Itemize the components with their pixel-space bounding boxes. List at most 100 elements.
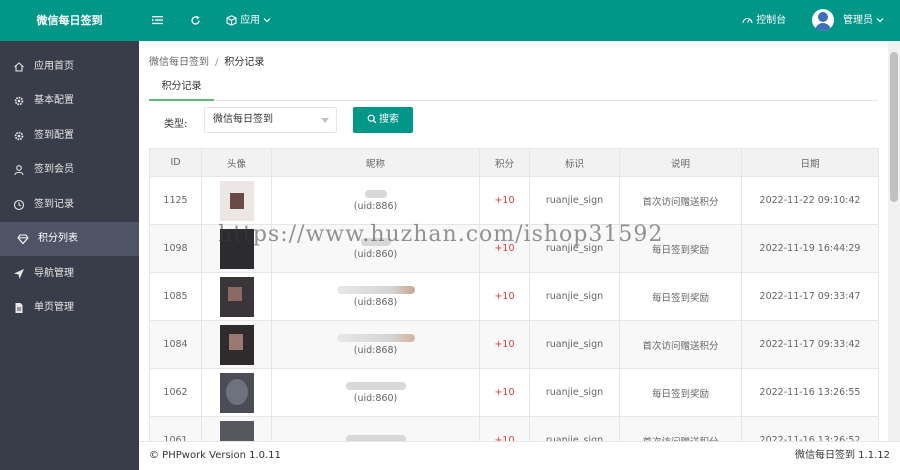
footer-app-version: 微信每日签到 1.1.12	[795, 450, 890, 461]
avatar-image	[219, 180, 254, 221]
column-header: 昵称	[271, 148, 480, 177]
sidebar-item-nav-management[interactable]: 导航管理	[0, 257, 139, 291]
user-menu-button[interactable]: 管理员	[843, 0, 884, 41]
cell-nickname: (uid:860)	[271, 368, 480, 417]
cell-points: +10	[479, 176, 530, 225]
app-menu-button[interactable]: 应用	[226, 0, 271, 41]
sidebar-item-sign-members[interactable]: 签到会员	[0, 153, 139, 187]
navigation-icon	[14, 269, 24, 279]
sidebar-item-label: 导航管理	[34, 268, 74, 279]
sidebar-item-basic-config[interactable]: 基本配置	[0, 84, 139, 118]
cell-nickname	[271, 416, 480, 441]
cell-avatar	[201, 176, 272, 225]
search-button-label: 搜索	[379, 114, 399, 125]
file-icon	[15, 303, 23, 313]
blurred-nickname	[336, 333, 415, 342]
avatar-image	[219, 420, 254, 441]
cell-desc: 每日签到奖励	[619, 368, 742, 417]
uid-text: (uid:886)	[353, 200, 398, 212]
cell-id: 1062	[149, 368, 202, 417]
cell-date: 2022-11-16 13:26:55	[741, 368, 879, 417]
tab-points-records[interactable]: 积分记录	[149, 76, 214, 101]
refresh-button[interactable]	[190, 0, 201, 41]
cell-nickname: (uid:886)	[271, 176, 480, 225]
top-header: 微信每日签到 应用 控制台 管理员	[0, 0, 900, 41]
cell-nickname: (uid:868)	[271, 320, 480, 369]
cell-desc: 每日签到奖励	[619, 272, 742, 321]
column-header: 头像	[201, 148, 272, 177]
table-row: 1062 (uid:860) +10 ruanjie_sign 每日签到奖励 2…	[149, 368, 879, 417]
scrollbar-thumb[interactable]	[890, 52, 898, 202]
brand-title: 微信每日签到	[36, 14, 103, 27]
sidebar-item-label: 单页管理	[34, 302, 74, 313]
cell-date: 2022-11-19 16:44:29	[741, 224, 879, 273]
cell-avatar	[201, 416, 272, 441]
cell-tag: ruanjie_sign	[529, 416, 620, 441]
table-row: 1061 +10 ruanjie_sign 首次访问赠送积分 2022-11-1…	[149, 416, 879, 441]
blurred-nickname	[364, 189, 387, 198]
user-avatar[interactable]	[812, 9, 834, 31]
cell-date: 2022-11-17 09:33:47	[741, 272, 879, 321]
breadcrumb-current: 积分记录	[224, 57, 265, 68]
table-header-row: ID 头像 昵称 积分 标识 说明 日期	[149, 148, 879, 177]
cell-desc: 首次访问赠送积分	[619, 320, 742, 369]
type-select[interactable]: 微信每日签到	[204, 107, 337, 133]
table-row: 1085 (uid:868) +10 ruanjie_sign 每日签到奖励 2…	[149, 272, 879, 321]
uid-text: (uid:860)	[353, 392, 398, 404]
sidebar-item-points-list[interactable]: 积分列表	[0, 222, 139, 256]
dashboard-icon	[742, 17, 753, 24]
cell-id: 1125	[149, 176, 202, 225]
cell-id: 1084	[149, 320, 202, 369]
sidebar: 应用首页 基本配置 签到配置 签到会员 签到记录 积分列表 导航管理 单页管理	[0, 41, 139, 470]
chevron-down-icon	[263, 18, 271, 23]
cell-date: 2022-11-16 13:26:52	[741, 416, 879, 441]
footer: © PHPwork Version 1.0.11 微信每日签到 1.1.12	[139, 441, 900, 470]
cell-points: +10	[479, 320, 530, 369]
user-icon	[14, 165, 24, 176]
cell-desc: 首次访问赠送积分	[619, 416, 742, 441]
cell-avatar	[201, 272, 272, 321]
sidebar-item-page-management[interactable]: 单页管理	[0, 291, 139, 325]
points-table: ID 头像 昵称 积分 标识 说明 日期 1125 (uid:886) +10 …	[149, 148, 879, 441]
toggle-sidebar-button[interactable]	[152, 0, 163, 41]
sidebar-item-sign-config[interactable]: 签到配置	[0, 119, 139, 153]
dashboard-label: 控制台	[756, 15, 787, 26]
user-name: 管理员	[843, 15, 873, 26]
gear-icon	[14, 96, 24, 106]
table-row: 1084 (uid:868) +10 ruanjie_sign 首次访问赠送积分…	[149, 320, 879, 369]
cell-avatar	[201, 368, 272, 417]
cube-icon	[226, 14, 237, 26]
menu-icon	[152, 16, 163, 25]
avatar-image	[219, 372, 254, 413]
footer-version: © PHPwork Version 1.0.11	[149, 450, 281, 461]
sidebar-item-label: 签到会员	[34, 164, 74, 175]
app-menu-label: 应用	[240, 15, 261, 26]
gear-icon	[14, 131, 24, 141]
cell-date: 2022-11-22 09:10:42	[741, 176, 879, 225]
type-filter-label: 类型:	[164, 119, 188, 130]
cell-id: 1085	[149, 272, 202, 321]
search-button[interactable]: 搜索	[353, 107, 413, 133]
cell-desc: 首次访问赠送积分	[619, 176, 742, 225]
column-header: 日期	[741, 148, 879, 177]
cell-avatar	[201, 320, 272, 369]
avatar-image	[219, 276, 254, 317]
cell-tag: ruanjie_sign	[529, 368, 620, 417]
sidebar-item-sign-records[interactable]: 签到记录	[0, 188, 139, 222]
breadcrumb-root[interactable]: 微信每日签到	[149, 57, 209, 68]
sidebar-item-app-home[interactable]: 应用首页	[0, 50, 139, 84]
cell-date: 2022-11-17 09:33:42	[741, 320, 879, 369]
blurred-nickname	[345, 381, 406, 390]
caret-down-icon	[321, 118, 329, 123]
sidebar-item-label: 签到配置	[34, 130, 74, 141]
diamond-icon	[17, 234, 29, 245]
watermark: https://www.huzhan.com/ishop31592	[218, 222, 664, 247]
column-header: 积分	[479, 148, 530, 177]
sidebar-item-label: 应用首页	[34, 61, 74, 72]
cell-tag: ruanjie_sign	[529, 272, 620, 321]
dashboard-link[interactable]: 控制台	[742, 0, 786, 41]
cell-points: +10	[479, 272, 530, 321]
clock-icon	[13, 199, 25, 211]
cell-points: +10	[479, 368, 530, 417]
cell-tag: ruanjie_sign	[529, 320, 620, 369]
